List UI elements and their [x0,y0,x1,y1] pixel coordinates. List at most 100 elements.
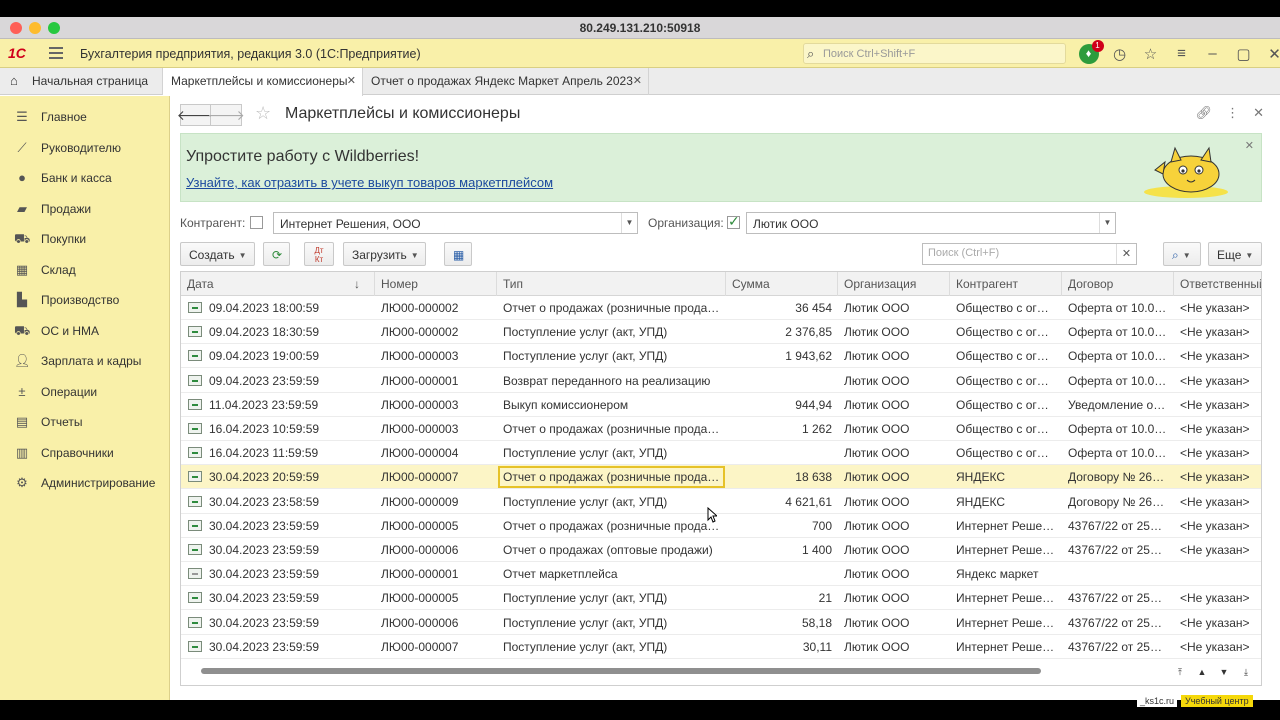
sidebar-item-6[interactable]: ▙ Производство [0,287,170,313]
coin-icon: ● [18,170,26,185]
prev-page-icon[interactable]: ▲ [1193,665,1211,679]
report-icon: ▤ [15,414,29,429]
tab-close-icon[interactable]: ✕ [347,74,356,87]
table-row[interactable]: 30.04.2023 23:58:59 ЛЮ00-000009 Поступлени… [181,490,1261,514]
table-row[interactable]: 30.04.2023 23:59:59 ЛЮ00-000006 Отчет о пр… [181,538,1261,562]
more-vertical-icon[interactable]: ⋮ [1226,105,1239,121]
cell-cp: Общество с ог… [956,397,1049,412]
organization-select[interactable]: Лютик ООО ▼ [746,212,1116,234]
create-button[interactable]: Создать ▼ [180,242,255,266]
column-header-sum[interactable]: Сумма [726,272,838,296]
document-icon [188,398,202,410]
more-button[interactable]: Еще ▼ [1208,242,1262,266]
cell-cp: Общество с ог… [956,301,1049,315]
refresh-icon[interactable]: ⟳ [263,242,290,266]
tab-marketplaces[interactable]: Маркетплейсы и комиссионеры ✕ [163,68,363,96]
column-header-date[interactable]: Дата [181,272,375,296]
cell-sum: 944,94 [795,397,832,412]
column-header-resp[interactable]: Ответственный [1174,272,1261,296]
column-header-cp[interactable]: Контрагент [950,272,1062,296]
chevron-down-icon[interactable]: ▼ [1099,213,1115,233]
document-icon [188,568,202,580]
cell-resp: <Не указан> [1180,301,1250,315]
column-header-num[interactable]: Номер [375,272,497,296]
sidebar-item-8[interactable]: 👤︎ Зарплата и кадры [0,348,170,374]
structure-icon[interactable]: ▦ [444,242,472,266]
column-header-type[interactable]: Тип [497,272,726,296]
column-header-contract[interactable]: Договор [1062,272,1174,296]
sidebar-item-10[interactable]: ▤ Отчеты [0,409,170,435]
column-header-org[interactable]: Организация [838,272,950,296]
table-row[interactable]: 16.04.2023 11:59:59 ЛЮ00-000004 Поступлени… [181,441,1261,466]
cell-sum: 36 454 [795,301,832,315]
forward-button[interactable]: 🡒 [207,104,245,126]
table-row[interactable]: 30.04.2023 23:59:59 ЛЮ00-000005 Отчет о пр… [181,514,1261,538]
sidebar-item-9[interactable]: ± Операции [0,379,170,405]
minimize-icon[interactable]: – [1199,42,1226,65]
counterparty-select[interactable]: Интернет Решения, ООО ▼ [273,212,638,234]
notifications-button[interactable]: ♦ 1 [1075,39,1104,65]
main-menu-icon[interactable] [49,47,63,59]
scroll-thumb[interactable] [201,668,1041,674]
table-row[interactable]: 30.04.2023 23:59:59 ЛЮ00-000006 Поступлени… [181,611,1261,635]
cell-resp: <Не указан> [1180,325,1250,340]
table-row[interactable]: 11.04.2023 23:59:59 ЛЮ00-000003 Выкуп коми… [181,393,1261,417]
cell-num: ЛЮ00-000005 [381,591,459,606]
sidebar-item-3[interactable]: ▰ Продажи [0,196,170,222]
cell-date: 09.04.2023 18:30:59 [209,325,320,340]
table-row[interactable]: 09.04.2023 19:00:59 ЛЮ00-000003 Поступлени… [181,344,1261,369]
organization-checkbox[interactable] [727,213,740,230]
table-row[interactable]: 30.04.2023 23:59:59 ЛЮ00-000005 Поступлени… [181,586,1261,611]
search-button[interactable]: ⌕ ▼ [1163,242,1201,266]
favorites-icon[interactable]: ☆ [1137,42,1164,65]
cell-contract [1062,562,1174,586]
table-row[interactable]: 09.04.2023 23:59:59 ЛЮ00-000001 Возврат пе… [181,369,1261,393]
sidebar-item-11[interactable]: ▥ Справочники [0,440,170,466]
tab-close-icon[interactable]: ✕ [633,74,642,87]
table-row[interactable]: 09.04.2023 18:30:59 ЛЮ00-000002 Поступлени… [181,320,1261,345]
cell-date: 16.04.2023 10:59:59 [209,422,320,436]
tab-home[interactable]: ⌂ Начальная страница [0,68,163,95]
sidebar-item-4[interactable]: ⛟ Покупки [0,226,170,252]
settings-menu-icon[interactable]: ≡ [1168,42,1195,65]
sidebar: ☰ Главное ⟋ Руководителю ● Банк и касса ▰ Прода… [0,96,170,700]
sidebar-item-7[interactable]: ⛟ ОС и НМА [0,318,170,344]
sidebar-item-1[interactable]: ⟋ Руководителю [0,135,170,161]
banner-close-icon[interactable]: ✕ [1245,139,1254,152]
cell-resp [1174,562,1261,586]
sidebar-item-12[interactable]: ⚙ Администрирование [0,470,170,496]
sidebar-item-2[interactable]: ● Банк и касса [0,165,170,191]
cell-date: 30.04.2023 23:58:59 [209,494,320,509]
sidebar-item-label: Администрирование [41,476,156,490]
tab-home-label: Начальная страница [32,74,149,88]
history-icon[interactable]: ◷ [1106,42,1133,65]
dt-kt-icon[interactable]: Дт Кт [304,242,334,266]
first-page-icon[interactable]: ⤒ [1171,665,1189,679]
sidebar-item-0[interactable]: ☰ Главное [0,104,170,130]
favorite-star-icon[interactable]: ☆ [255,103,271,124]
cell-cp: ЯНДЕКС [956,470,1005,485]
next-page-icon[interactable]: ▼ [1215,665,1233,679]
restore-icon[interactable]: ▢ [1230,42,1257,65]
table-row[interactable]: 30.04.2023 23:59:59 ЛЮ00-000001 Отчет марк… [181,562,1261,587]
table-row[interactable]: 16.04.2023 10:59:59 ЛЮ00-000003 Отчет о пр… [181,417,1261,441]
close-form-icon[interactable]: ✕ [1253,105,1264,121]
close-icon[interactable]: ✕ [1261,42,1280,65]
chevron-down-icon[interactable]: ▼ [621,213,637,233]
global-search-input[interactable]: ⌕ Поиск Ctrl+Shift+F [803,43,1066,64]
list-search-input[interactable]: Поиск (Ctrl+F) ✕ [922,243,1137,265]
last-page-icon[interactable]: ⤓ [1237,665,1255,679]
banner-link[interactable]: Узнайте, как отразить в учете выкуп това… [186,175,553,190]
sidebar-item-5[interactable]: ▦ Склад [0,257,170,283]
table-row[interactable]: 30.04.2023 20:59:59 ЛЮ00-000007 Отчет о пр… [181,465,1261,490]
cell-contract: Оферта от 10.0… [1068,373,1167,388]
load-button[interactable]: Загрузить ▼ [343,242,426,266]
cell-date: 30.04.2023 23:59:59 [209,567,320,582]
tab-yandex-report[interactable]: Отчет о продажах Яндекс Маркет Апрель 20… [363,68,649,95]
link-icon[interactable]: 🔗︎ [1196,105,1213,121]
clear-icon[interactable]: ✕ [1116,244,1136,264]
counterparty-checkbox[interactable] [250,216,263,229]
table-row[interactable]: 30.04.2023 23:59:59 ЛЮ00-000007 Поступлени… [181,635,1261,659]
table-row[interactable]: 09.04.2023 18:00:59 ЛЮ00-000002 Отчет о пр… [181,296,1261,320]
horizontal-scrollbar[interactable] [201,667,1151,675]
